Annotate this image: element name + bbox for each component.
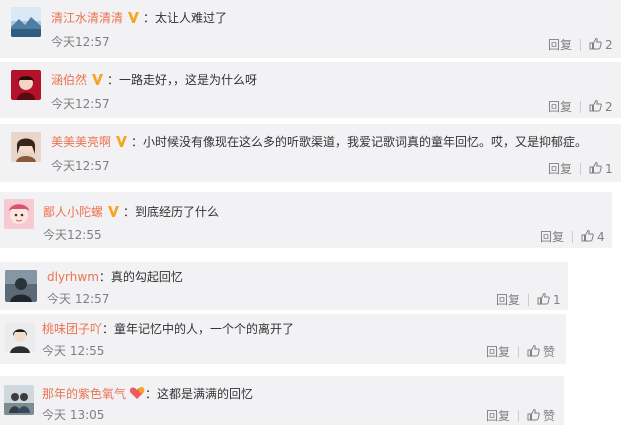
username-link[interactable]: 鄙人小陀螺: [43, 205, 103, 219]
divider: [572, 231, 574, 243]
reply-button[interactable]: 回复: [496, 293, 520, 307]
comment-text: 到底经历了什么: [135, 205, 220, 219]
thumb-up-icon: [581, 229, 597, 245]
avatar[interactable]: [11, 7, 41, 37]
timestamp: 今天 12:57: [47, 292, 110, 306]
reply-button[interactable]: 回复: [540, 230, 564, 244]
divider: [528, 294, 530, 306]
thumb-up-icon: [589, 37, 605, 53]
reply-button[interactable]: 回复: [548, 38, 572, 52]
username-link[interactable]: dlyrhwm: [47, 270, 99, 284]
comment-text: 小时候没有像现在这么多的听歌渠道，我爱记歌词真的童年回忆。哎，又是抑郁症。: [143, 135, 588, 149]
like-button[interactable]: 赞: [527, 408, 555, 424]
thumb-up-icon: [589, 99, 605, 115]
thumb-up-icon: [537, 292, 553, 308]
comment-text: 这都是满满的回忆: [157, 387, 254, 401]
timestamp: 今天 12:55: [42, 344, 105, 358]
like-button[interactable]: 1: [537, 292, 561, 308]
verified-v-icon: [127, 11, 140, 28]
thumb-up-icon: [589, 161, 605, 177]
username-link[interactable]: 那年的紫色氧气: [42, 387, 126, 401]
reply-button[interactable]: 回复: [486, 345, 510, 359]
separator: ：: [131, 135, 144, 149]
like-button[interactable]: 赞: [527, 344, 555, 360]
heart-badge-icon: [129, 386, 145, 404]
comment-item: dlyrhwm：真的勾起回忆 今天 12:57 回复 1: [0, 262, 568, 310]
like-button[interactable]: 4: [581, 229, 605, 245]
avatar[interactable]: [5, 323, 35, 353]
divider: [518, 410, 520, 422]
comment-text: 真的勾起回忆: [110, 270, 183, 284]
avatar[interactable]: [4, 199, 34, 229]
comment-text: 太让人难过了: [155, 11, 228, 25]
comment-actions: 回复 赞: [486, 344, 555, 360]
comment-text: 童年记忆中的人，一个个的离开了: [114, 322, 295, 336]
like-count: 2: [605, 38, 613, 52]
like-count: 赞: [543, 409, 556, 423]
username-link[interactable]: 美美美亮啊: [51, 135, 111, 149]
separator: ：: [102, 322, 115, 336]
comment-item: 那年的紫色氧气 ：这都是满满的回忆 今天 13:05 回复 赞: [0, 376, 564, 425]
avatar[interactable]: [5, 270, 37, 302]
like-count: 2: [605, 100, 613, 114]
thumb-up-icon: [527, 344, 543, 360]
username-link[interactable]: 涵伯然: [51, 73, 87, 87]
reply-button[interactable]: 回复: [486, 409, 510, 423]
like-count: 4: [597, 230, 605, 244]
comment-item: 桃味团子吖：童年记忆中的人，一个个的离开了 今天 12:55 回复 赞: [0, 314, 566, 364]
timestamp: 今天12:57: [51, 35, 110, 49]
username-link[interactable]: 清江水清清清: [51, 11, 123, 25]
comment-item: 美美美亮啊 ：小时候没有像现在这么多的听歌渠道，我爱记歌词真的童年回忆。哎，又是抑…: [0, 124, 621, 182]
timestamp: 今天12:57: [51, 159, 110, 173]
comment-item: 涵伯然 ：一路走好，，这是为什么呀 今天12:57 回复 2: [0, 62, 621, 118]
timestamp: 今天 13:05: [42, 408, 105, 422]
verified-v-icon: [107, 205, 120, 222]
timestamp: 今天12:57: [51, 97, 110, 111]
reply-button[interactable]: 回复: [548, 100, 572, 114]
comment-actions: 回复 2: [548, 99, 613, 115]
username-link[interactable]: 桃味团子吖: [42, 322, 102, 336]
comment-actions: 回复 4: [540, 229, 605, 245]
avatar[interactable]: [11, 70, 41, 100]
like-count: 1: [605, 162, 613, 176]
separator: ：: [107, 73, 120, 87]
avatar[interactable]: [4, 385, 34, 415]
like-count: 赞: [543, 345, 556, 359]
verified-v-icon: [115, 135, 128, 152]
comment-item: 鄙人小陀螺 ：到底经历了什么 今天12:55 回复 4: [0, 192, 612, 248]
comment-list: 清江水清清清 ：太让人难过了 今天12:57 回复 2 涵伯然 ：一路走好，，这是为…: [0, 0, 621, 425]
comment-actions: 回复 2: [548, 37, 613, 53]
like-button[interactable]: 2: [589, 37, 613, 53]
comment-actions: 回复 赞: [486, 408, 555, 424]
reply-button[interactable]: 回复: [548, 162, 572, 176]
avatar[interactable]: [11, 132, 41, 162]
comment-actions: 回复 1: [496, 292, 561, 308]
like-button[interactable]: 2: [589, 99, 613, 115]
divider: [518, 346, 520, 358]
like-button[interactable]: 1: [589, 161, 613, 177]
divider: [580, 163, 582, 175]
separator: ：: [145, 387, 158, 401]
like-count: 1: [553, 293, 561, 307]
comment-item: 清江水清清清 ：太让人难过了 今天12:57 回复 2: [0, 0, 621, 58]
separator: ：: [143, 11, 156, 25]
separator: ：: [98, 270, 111, 284]
verified-v-icon: [91, 73, 104, 90]
divider: [580, 39, 582, 51]
separator: ：: [123, 205, 136, 219]
comment-text: 一路走好，，这是为什么呀: [119, 73, 258, 87]
thumb-up-icon: [527, 408, 543, 424]
divider: [580, 101, 582, 113]
comment-actions: 回复 1: [548, 161, 613, 177]
timestamp: 今天12:55: [43, 228, 102, 242]
